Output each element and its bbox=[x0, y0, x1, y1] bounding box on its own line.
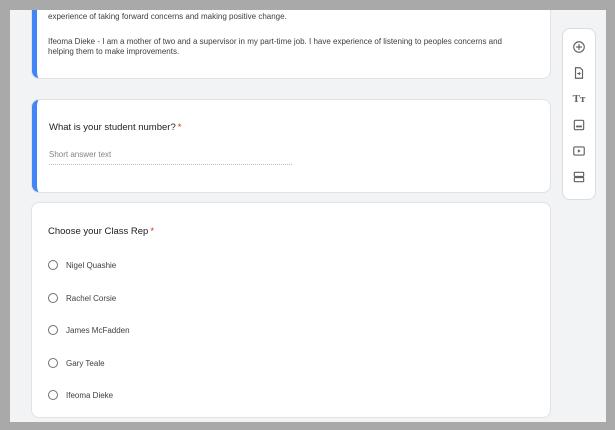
radio-button[interactable] bbox=[48, 260, 58, 270]
radio-button[interactable] bbox=[48, 390, 58, 400]
add-title-icon[interactable]: Tт bbox=[572, 92, 586, 106]
import-questions-icon[interactable] bbox=[572, 66, 586, 80]
required-asterisk: * bbox=[150, 226, 155, 237]
option-label: James McFadden bbox=[66, 325, 130, 335]
option-label: Rachel Corsie bbox=[66, 293, 117, 303]
form-editor-viewport: experience of taking forward concerns an… bbox=[10, 10, 606, 422]
description-card[interactable]: experience of taking forward concerns an… bbox=[32, 10, 550, 78]
add-video-icon[interactable] bbox=[572, 144, 586, 158]
short-answer-field[interactable]: Short answer text bbox=[49, 150, 292, 165]
radio-option[interactable]: Rachel Corsie bbox=[48, 291, 116, 305]
option-label: Gary Teale bbox=[66, 358, 105, 368]
radio-button[interactable] bbox=[48, 325, 58, 335]
add-image-icon[interactable] bbox=[572, 118, 586, 132]
radio-button[interactable] bbox=[48, 358, 58, 368]
radio-button[interactable] bbox=[48, 293, 58, 303]
question-title: What is your student number? * bbox=[49, 122, 181, 133]
question-title-text: Choose your Class Rep bbox=[48, 226, 149, 237]
student-number-question-card[interactable]: What is your student number? * Short answ… bbox=[32, 100, 550, 192]
radio-option[interactable]: Nigel Quashie bbox=[48, 258, 116, 272]
option-label: Nigel Quashie bbox=[66, 260, 117, 270]
radio-option[interactable]: Ifeoma Dieke bbox=[48, 388, 113, 402]
add-question-icon[interactable] bbox=[572, 40, 586, 54]
description-line-2: Ifeoma Dieke - I am a mother of two and … bbox=[48, 37, 503, 56]
required-asterisk: * bbox=[177, 122, 182, 133]
radio-option[interactable]: James McFadden bbox=[48, 323, 130, 337]
question-title-text: What is your student number? bbox=[49, 122, 176, 133]
option-label: Ifeoma Dieke bbox=[66, 390, 114, 400]
floating-toolbar: Tт bbox=[563, 29, 595, 199]
description-line-1: experience of taking forward concerns an… bbox=[48, 12, 287, 21]
question-title: Choose your Class Rep * bbox=[48, 226, 154, 237]
radio-option[interactable]: Gary Teale bbox=[48, 356, 105, 370]
class-rep-question-card[interactable]: Choose your Class Rep * Nigel Quashie Rac… bbox=[32, 203, 550, 417]
add-section-icon[interactable] bbox=[572, 170, 586, 184]
